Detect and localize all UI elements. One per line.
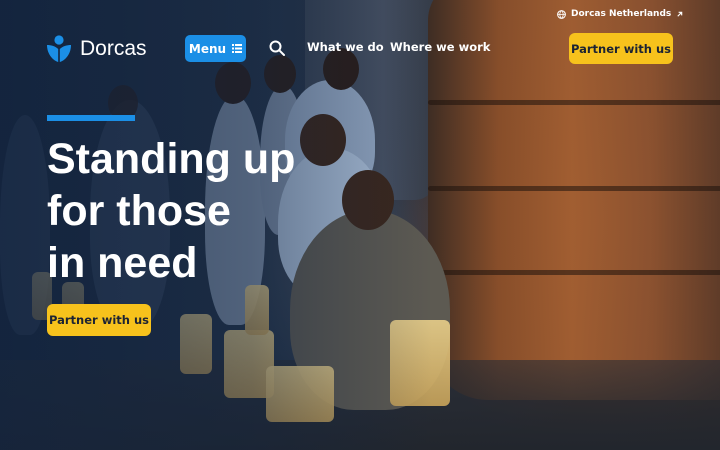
partner-button-hero[interactable]: Partner with us [47, 304, 151, 336]
search-icon[interactable] [269, 40, 285, 56]
dorcas-logo[interactable]: Dorcas [46, 35, 147, 63]
hero-section: Dorcas Menu What we do Where we work Dor… [0, 0, 720, 450]
region-link[interactable]: Dorcas Netherlands [557, 9, 683, 19]
brand-name: Dorcas [80, 37, 147, 60]
nav-what-we-do[interactable]: What we do [307, 40, 384, 54]
dorcas-logo-icon [47, 35, 71, 62]
menu-label: Menu [188, 41, 227, 56]
menu-button[interactable]: Menu [185, 35, 246, 62]
hero-headline: Standing up for those in need [47, 133, 295, 289]
headline-accent-bar [47, 115, 135, 121]
partner-button-header[interactable]: Partner with us [569, 33, 673, 64]
globe-icon [557, 9, 566, 19]
nav-where-we-work[interactable]: Where we work [390, 40, 490, 54]
region-link-label: Dorcas Netherlands [571, 9, 672, 19]
headline-line: Standing up [47, 135, 296, 183]
menu-list-icon [232, 44, 243, 53]
external-link-icon [677, 11, 683, 17]
headline-line: for those [47, 187, 231, 235]
headline-line: in need [47, 239, 198, 287]
